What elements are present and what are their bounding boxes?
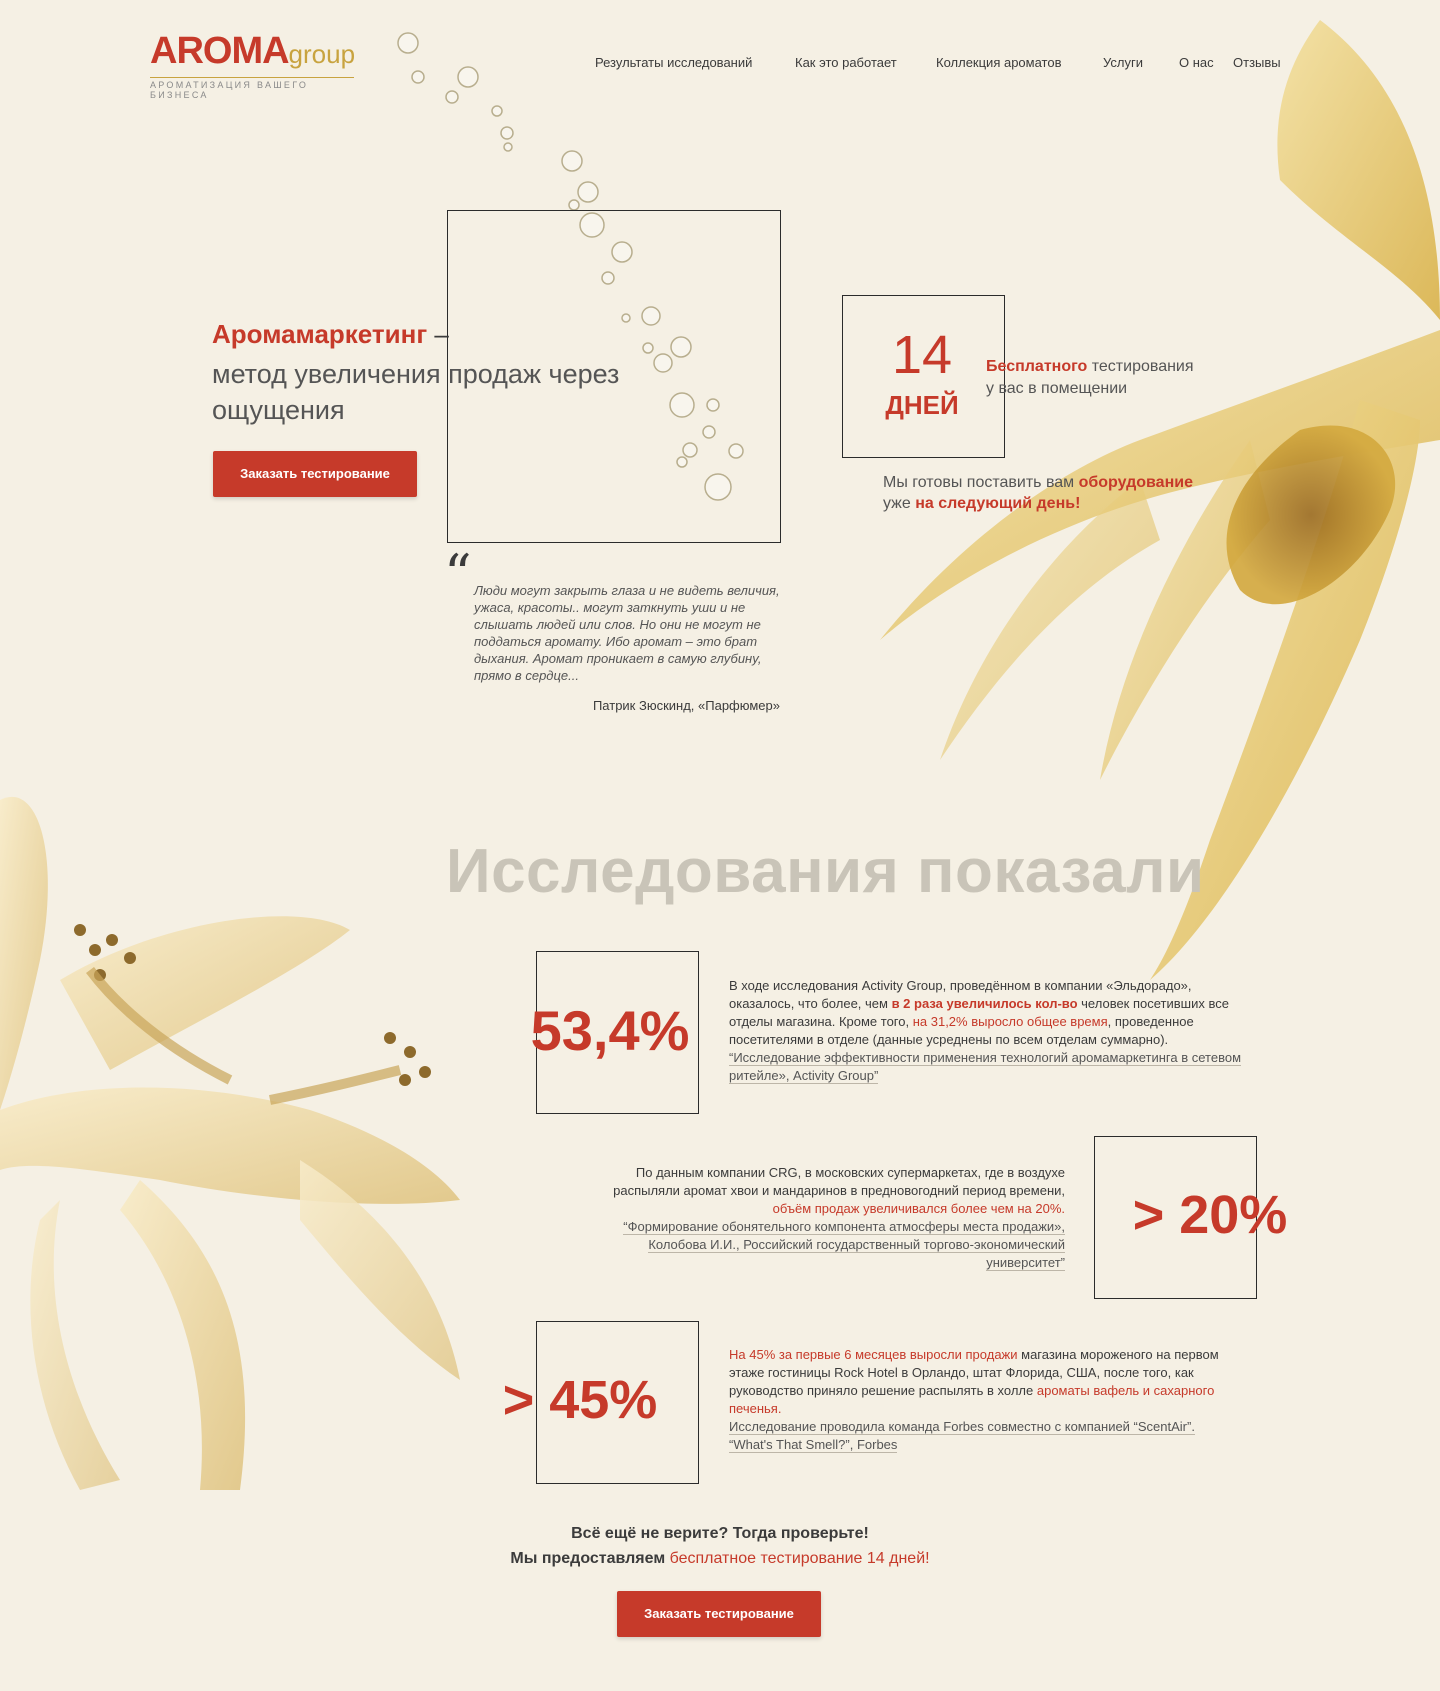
equip-line2-accent: на следующий день! — [915, 495, 1081, 512]
nav-item-services[interactable]: Услуги — [1103, 55, 1143, 70]
research-section-title: Исследования показали — [446, 837, 1205, 906]
equip-accent: оборудование — [1078, 474, 1193, 491]
nav-item-reviews[interactable]: Отзывы — [1233, 55, 1281, 70]
stat-value-2: > 20% — [1132, 1185, 1288, 1245]
stat2-accent-a: объём продаж увеличивался более чем на 2… — [772, 1201, 1065, 1216]
stat1-accent-b: на 31,2% выросло общее время — [912, 1014, 1108, 1029]
stat2-source-link[interactable]: “Формирование обонятельного компонента а… — [623, 1219, 1065, 1271]
cta-line2-pre: Мы предоставляем — [510, 1550, 670, 1567]
hero-title-dash: – — [427, 319, 449, 349]
cta-line2-accent: бесплатное тестирование 14 дней! — [669, 1550, 930, 1567]
order-test-button[interactable]: Заказать тестирование — [213, 451, 417, 497]
equip-line2-pre: уже — [883, 495, 916, 512]
nav-item-how-it-works[interactable]: Как это работает — [795, 55, 897, 70]
nav-item-about[interactable]: О нас — [1179, 55, 1214, 70]
nav-item-aroma-collection[interactable]: Коллекция ароматов — [936, 55, 1061, 70]
stat-text-3: На 45% за первые 6 месяцев выросли прода… — [729, 1346, 1249, 1454]
hero-subtitle: метод увеличения продаж через ощущения — [212, 359, 620, 425]
flower-left-decoration — [0, 796, 460, 1490]
stat3-accent-a: На 45% за первые 6 месяцев выросли прода… — [729, 1347, 1018, 1362]
quote-author: Патрик Зюскинд, «Парфюмер» — [592, 698, 780, 713]
cta-line-2: Мы предоставляем бесплатное тестирование… — [400, 1550, 1040, 1568]
quote-mark-icon: “ — [444, 543, 472, 606]
equipment-text: Мы готовы поставить вам оборудование уже… — [883, 472, 1263, 514]
cta-line-1: Всё ещё не верите? Тогда проверьте! — [571, 1525, 869, 1542]
logo-tagline: АРОМАТИЗАЦИЯ ВАШЕГО БИЗНЕСА — [150, 77, 354, 100]
trial-desc-line2: у вас в помещении — [986, 380, 1128, 397]
hero-title: Аромамаркетинг – — [212, 319, 449, 350]
trial-desc-rest: тестирования — [1087, 358, 1194, 375]
logo[interactable]: AROMAgroup — [150, 32, 355, 70]
stat-value-3: > 45% — [502, 1370, 658, 1430]
order-test-button-bottom[interactable]: Заказать тестирование — [617, 1591, 821, 1637]
trial-days-number: 14 — [891, 325, 953, 385]
trial-description: Бесплатного тестирования у вас в помещен… — [986, 356, 1236, 400]
stat-text-1: В ходе исследования Activity Group, пров… — [729, 977, 1259, 1085]
nav-item-research-results[interactable]: Результаты исследований — [595, 55, 752, 70]
trial-days-unit: ДНЕЙ — [885, 390, 959, 420]
stat1-source-link[interactable]: “Исследование эффективности применения т… — [729, 1050, 1242, 1084]
stat3-source-link-2[interactable]: “What's That Smell?”, Forbes — [729, 1437, 898, 1453]
equip-pre: Мы готовы поставить вам — [883, 474, 1079, 491]
stat3-source-link-1[interactable]: Исследование проводила команда Forbes со… — [729, 1419, 1195, 1435]
trial-desc-accent: Бесплатного — [986, 358, 1088, 375]
logo-group-text: group — [288, 39, 356, 69]
stat2-text-a: По данным компании CRG, в московских суп… — [613, 1165, 1065, 1198]
logo-text: AROMA — [150, 30, 290, 72]
stat1-accent-a: в 2 раза увеличилось кол-во — [891, 996, 1078, 1011]
hero-title-accent: Аромамаркетинг — [212, 319, 428, 349]
quote-text: Люди могут закрыть глаза и не видеть вел… — [474, 583, 780, 683]
stat-text-2: По данным компании CRG, в московских суп… — [595, 1164, 1065, 1272]
stat-value-1: 53,4% — [530, 999, 690, 1062]
